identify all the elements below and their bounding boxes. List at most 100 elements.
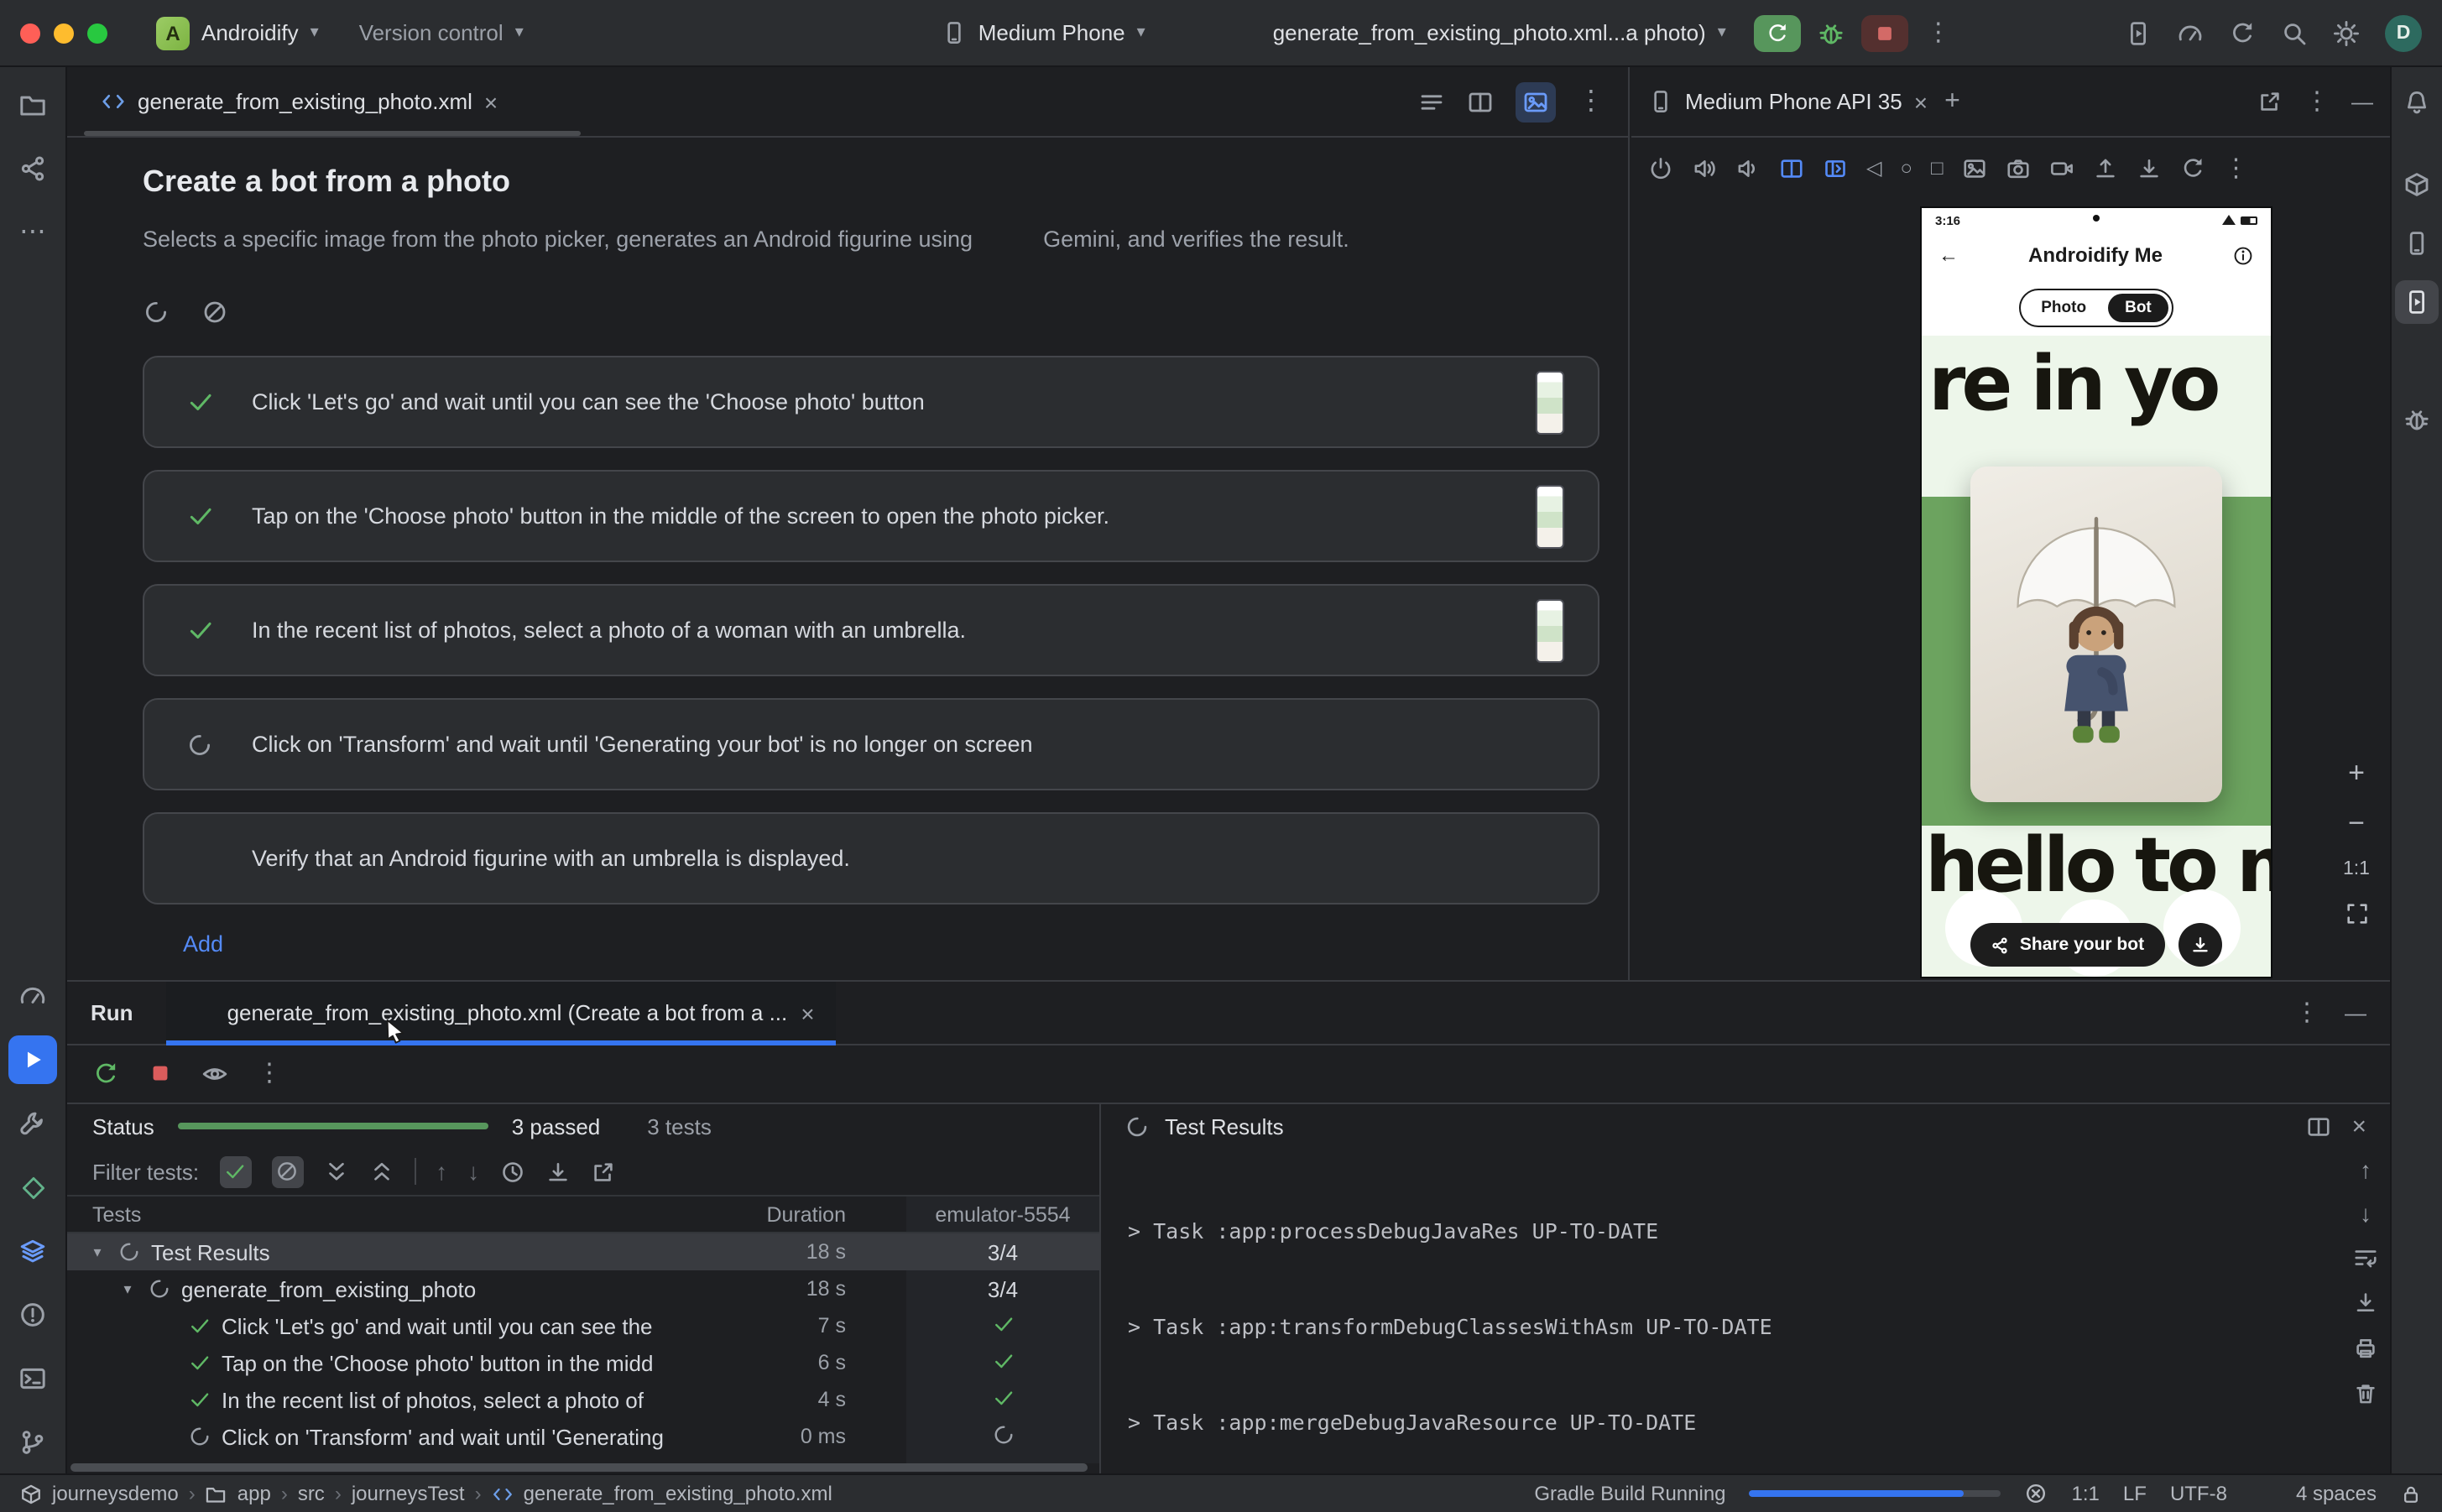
expand-twisty[interactable]: ▾ xyxy=(87,1244,107,1259)
breadcrumb-item[interactable]: journeysdemo xyxy=(52,1482,179,1505)
test-tree-row[interactable]: In the recent list of photos, select a p… xyxy=(67,1381,1099,1418)
step-screenshot-thumbnail[interactable] xyxy=(1536,484,1564,548)
journey-step[interactable]: In the recent list of photos, select a p… xyxy=(143,584,1599,676)
camera-icon[interactable] xyxy=(2005,155,2030,180)
expand-all-button[interactable] xyxy=(323,1159,348,1184)
home-nav-icon[interactable]: ○ xyxy=(1900,158,1912,178)
clear-console-button[interactable] xyxy=(2353,1381,2378,1406)
line-separator[interactable]: LF xyxy=(2123,1482,2147,1505)
more-tool-windows-button[interactable]: ⋯ xyxy=(8,208,57,257)
stop-button[interactable] xyxy=(1862,14,1909,51)
design-view-button[interactable] xyxy=(1516,81,1556,122)
hide-pane-button[interactable]: — xyxy=(2345,1002,2366,1024)
fold-device-icon[interactable] xyxy=(1779,155,1804,180)
add-step-button[interactable]: Add xyxy=(183,931,223,957)
zoom-in-button[interactable]: + xyxy=(2348,759,2365,787)
gradle-sync-icon[interactable] xyxy=(2229,19,2256,46)
journey-step[interactable]: Click 'Let's go' and wait until you can … xyxy=(143,356,1599,448)
emulator-kebab[interactable]: ⋮ xyxy=(2223,155,2248,180)
code-view-button[interactable] xyxy=(1418,88,1445,115)
device-mirror-icon[interactable] xyxy=(2125,19,2152,46)
pane-options-kebab[interactable]: ⋮ xyxy=(2304,89,2330,114)
toggle-photo[interactable]: Photo xyxy=(2024,293,2103,321)
build-tool-button[interactable] xyxy=(8,1099,57,1148)
file-encoding[interactable]: UTF-8 xyxy=(2170,1482,2227,1505)
scroll-to-end-button[interactable] xyxy=(2353,1290,2378,1316)
avatar[interactable]: D xyxy=(2385,14,2422,51)
breadcrumb-item[interactable]: generate_from_existing_photo.xml xyxy=(524,1482,832,1505)
back-nav-icon[interactable]: ◁ xyxy=(1866,158,1881,178)
lock-icon[interactable] xyxy=(2400,1483,2422,1504)
run-tab[interactable]: generate_from_existing_photo.xml (Create… xyxy=(167,982,837,1044)
emulator-screen[interactable]: 3:16 ← Androidify Me Photo Bot re in y xyxy=(1922,208,2271,977)
run-tool-button[interactable] xyxy=(8,1035,57,1084)
zoom-to-fit-icon[interactable] xyxy=(2344,901,2369,926)
zoom-level[interactable]: 1:1 xyxy=(2343,859,2370,879)
cancel-run-icon[interactable] xyxy=(201,299,228,326)
run-pane-kebab[interactable]: ⋮ xyxy=(2294,1000,2319,1025)
column-device[interactable]: emulator-5554 xyxy=(906,1202,1099,1226)
step-screenshot-thumbnail[interactable] xyxy=(1536,370,1564,434)
tab-scroll-indicator[interactable] xyxy=(84,131,581,136)
watch-options-button[interactable] xyxy=(201,1060,228,1087)
test-tree-row[interactable]: Click on 'Transform' and wait until 'Gen… xyxy=(67,1418,1099,1455)
overview-nav-icon[interactable]: □ xyxy=(1931,158,1944,178)
gradle-build-status[interactable]: Gradle Build Running xyxy=(1534,1482,1725,1505)
scroll-up-button[interactable]: ↑ xyxy=(2360,1158,2372,1181)
download-bot-button[interactable] xyxy=(2178,923,2221,967)
project-tool-button[interactable] xyxy=(8,81,57,129)
close-tab-icon[interactable]: × xyxy=(801,1001,814,1025)
breadcrumb-item[interactable]: src xyxy=(298,1482,325,1505)
column-duration[interactable]: Duration xyxy=(728,1202,846,1226)
test-tree-row[interactable]: ▾ generate_from_existing_photo 18 s 3/4 xyxy=(67,1270,1099,1307)
profiler-icon[interactable] xyxy=(2177,19,2204,46)
photo-bot-toggle[interactable]: Photo Bot xyxy=(2019,288,2173,326)
gemini-tool-button[interactable] xyxy=(2395,339,2439,383)
hide-pane-button[interactable]: — xyxy=(2351,91,2373,112)
notifications-tool-button[interactable] xyxy=(2395,81,2439,124)
horizontal-scrollbar[interactable] xyxy=(70,1463,1088,1472)
gradle-tool-button[interactable] xyxy=(2395,163,2439,206)
profiler-tool-button[interactable] xyxy=(8,972,57,1020)
debug-button[interactable] xyxy=(1818,19,1845,46)
run-button[interactable] xyxy=(1755,14,1802,51)
close-console-icon[interactable]: × xyxy=(2351,1113,2366,1139)
zoom-out-button[interactable]: − xyxy=(2348,809,2365,837)
download-icon[interactable] xyxy=(2136,155,2161,180)
test-history-icon[interactable] xyxy=(499,1159,524,1184)
cancel-build-button[interactable] xyxy=(2025,1482,2048,1505)
problems-tool-button[interactable] xyxy=(8,1290,57,1339)
add-device-tab-button[interactable]: + xyxy=(1944,88,1960,115)
services-tool-button[interactable] xyxy=(8,1163,57,1212)
step-screenshot-thumbnail[interactable] xyxy=(1536,598,1564,662)
stop-button[interactable] xyxy=(148,1061,173,1086)
project-selector[interactable]: A Androidify ▾ xyxy=(144,9,331,56)
journey-step[interactable]: Tap on the 'Choose photo' button in the … xyxy=(143,470,1599,562)
test-tree-row[interactable]: Tap on the 'Choose photo' button in the … xyxy=(67,1344,1099,1381)
open-results-icon[interactable] xyxy=(590,1159,615,1184)
show-passed-toggle[interactable] xyxy=(219,1155,251,1187)
breadcrumb-item[interactable]: app xyxy=(237,1482,271,1505)
scroll-down-button[interactable]: ↓ xyxy=(2360,1202,2372,1225)
app-quality-insights-tool-button[interactable] xyxy=(2395,398,2439,441)
soft-wrap-button[interactable] xyxy=(2353,1245,2378,1270)
journey-step[interactable]: Verify that an Android figurine with an … xyxy=(143,812,1599,905)
pull-requests-tool-button[interactable] xyxy=(8,144,57,193)
close-tab-icon[interactable]: × xyxy=(1914,90,1928,113)
share-bot-button[interactable]: Share your bot xyxy=(1971,923,2164,967)
editor-options-kebab[interactable]: ⋮ xyxy=(1578,88,1605,115)
expand-twisty[interactable]: ▾ xyxy=(117,1281,138,1296)
test-tree-row[interactable]: Click 'Let's go' and wait until you can … xyxy=(67,1307,1099,1344)
volume-up-icon[interactable] xyxy=(1692,155,1717,180)
posture-icon[interactable] xyxy=(1823,155,1848,180)
upload-icon[interactable] xyxy=(2092,155,2117,180)
back-arrow-icon[interactable]: ← xyxy=(1938,245,1959,265)
device-manager-tool-button[interactable] xyxy=(2395,222,2439,265)
console-output[interactable]: > Task :app:processDebugJavaRes UP-TO-DA… xyxy=(1128,1151,2333,1470)
run-toolbar-kebab[interactable]: ⋮ xyxy=(257,1061,282,1086)
breadcrumb-item[interactable]: journeysTest xyxy=(352,1482,465,1505)
column-tests[interactable]: Tests xyxy=(92,1202,141,1226)
running-devices-tool-button[interactable] xyxy=(2395,280,2439,324)
more-actions-kebab[interactable]: ⋮ xyxy=(1926,20,1951,45)
toggle-bot[interactable]: Bot xyxy=(2108,293,2168,321)
